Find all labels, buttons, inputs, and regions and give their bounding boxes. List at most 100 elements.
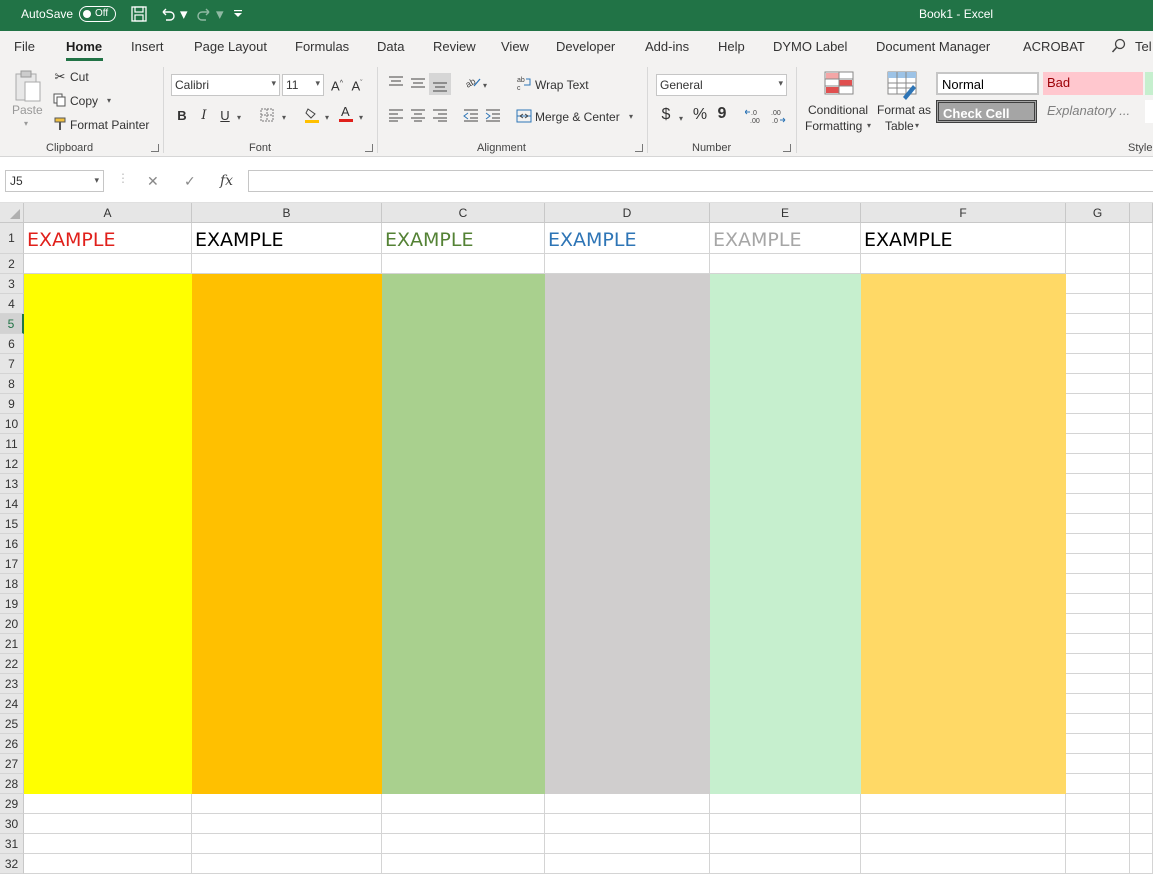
paste-dropdown-icon[interactable]: ▾: [24, 119, 28, 128]
orientation-icon[interactable]: ab: [464, 74, 481, 94]
cell-c29[interactable]: [382, 794, 545, 814]
cell-h13[interactable]: [1130, 474, 1153, 494]
cell-g6[interactable]: [1066, 334, 1130, 354]
cell-d30[interactable]: [545, 814, 710, 834]
customize-qat-icon[interactable]: [233, 4, 243, 22]
row-header-24[interactable]: 24: [0, 694, 24, 714]
cell-h30[interactable]: [1130, 814, 1153, 834]
cell-b32[interactable]: [192, 854, 382, 874]
cell-g11[interactable]: [1066, 434, 1130, 454]
cell-e29[interactable]: [710, 794, 861, 814]
cell-h2[interactable]: [1130, 254, 1153, 274]
font-size-select[interactable]: 11 ▾: [282, 74, 324, 96]
fill-column-d[interactable]: [545, 274, 710, 794]
column-header-e[interactable]: E: [710, 203, 861, 223]
cell-h15[interactable]: [1130, 514, 1153, 534]
row-header-15[interactable]: 15: [0, 514, 24, 534]
format-as-table-icon[interactable]: [887, 71, 919, 103]
bottom-align-icon[interactable]: [429, 73, 451, 95]
column-header-f[interactable]: F: [861, 203, 1066, 223]
style-check-cell[interactable]: Check Cell: [936, 100, 1037, 123]
cell-g10[interactable]: [1066, 414, 1130, 434]
row-header-17[interactable]: 17: [0, 554, 24, 574]
insert-function-icon[interactable]: fx: [220, 173, 233, 189]
cell-a31[interactable]: [24, 834, 192, 854]
fill-color-dropdown-icon[interactable]: ▾: [325, 110, 329, 126]
cancel-icon[interactable]: ✕: [147, 173, 159, 190]
cell-h27[interactable]: [1130, 754, 1153, 774]
row-header-25[interactable]: 25: [0, 714, 24, 734]
tab-tell-me[interactable]: Tel: [1135, 39, 1152, 54]
currency-button[interactable]: $: [660, 107, 672, 123]
row-header-18[interactable]: 18: [0, 574, 24, 594]
cell-d1-text[interactable]: EXAMPLE: [545, 223, 710, 254]
name-box[interactable]: J5 ▾: [5, 170, 104, 192]
column-header-a[interactable]: A: [24, 203, 192, 223]
cell-c2[interactable]: [382, 254, 545, 274]
row-header-9[interactable]: 9: [0, 394, 24, 414]
cell-g32[interactable]: [1066, 854, 1130, 874]
cell-f1-text[interactable]: EXAMPLE: [861, 223, 1066, 254]
formula-bar-handle-icon[interactable]: ⋮: [117, 171, 129, 185]
column-header-g[interactable]: G: [1066, 203, 1130, 223]
cell-h31[interactable]: [1130, 834, 1153, 854]
cell-h7[interactable]: [1130, 354, 1153, 374]
style-normal[interactable]: Normal: [936, 72, 1039, 95]
alignment-launcher-icon[interactable]: [635, 144, 643, 152]
tab-home[interactable]: Home: [66, 39, 102, 54]
cell-c32[interactable]: [382, 854, 545, 874]
cell-g20[interactable]: [1066, 614, 1130, 634]
cell-h14[interactable]: [1130, 494, 1153, 514]
row-header-23[interactable]: 23: [0, 674, 24, 694]
row-header-19[interactable]: 19: [0, 594, 24, 614]
number-format-select[interactable]: General ▾: [656, 74, 787, 96]
underline-button[interactable]: U: [219, 108, 231, 124]
cell-f32[interactable]: [861, 854, 1066, 874]
row-header-10[interactable]: 10: [0, 414, 24, 434]
cell-g23[interactable]: [1066, 674, 1130, 694]
number-launcher-icon[interactable]: [783, 144, 791, 152]
cell-g31[interactable]: [1066, 834, 1130, 854]
cell-e31[interactable]: [710, 834, 861, 854]
cell-g1[interactable]: [1066, 223, 1130, 254]
cell-g29[interactable]: [1066, 794, 1130, 814]
row-header-16[interactable]: 16: [0, 534, 24, 554]
cell-g28[interactable]: [1066, 774, 1130, 794]
redo-dropdown-icon[interactable]: ▾: [216, 6, 224, 24]
format-as-table-dropdown-icon[interactable]: ▾: [915, 121, 919, 130]
paste-label[interactable]: Paste: [12, 103, 43, 117]
column-header-b[interactable]: B: [192, 203, 382, 223]
search-icon[interactable]: [1111, 38, 1127, 57]
cell-g27[interactable]: [1066, 754, 1130, 774]
fill-column-c[interactable]: [382, 274, 545, 794]
column-header-d[interactable]: D: [545, 203, 710, 223]
font-color-dropdown-icon[interactable]: ▾: [359, 110, 363, 126]
merge-dropdown-icon[interactable]: ▾: [629, 112, 633, 121]
cell-b2[interactable]: [192, 254, 382, 274]
row-header-1[interactable]: 1: [0, 223, 24, 254]
cell-g5[interactable]: [1066, 314, 1130, 334]
undo-dropdown-icon[interactable]: ▾: [180, 6, 188, 24]
cell-a29[interactable]: [24, 794, 192, 814]
increase-font-size-icon[interactable]: A^: [330, 76, 344, 94]
enter-icon[interactable]: ✓: [184, 173, 196, 190]
cell-b29[interactable]: [192, 794, 382, 814]
tab-insert[interactable]: Insert: [131, 39, 164, 54]
decrease-font-size-icon[interactable]: Aˇ: [350, 76, 364, 94]
style-good-partial[interactable]: [1145, 72, 1153, 95]
align-right-icon[interactable]: [432, 108, 448, 126]
copy-dropdown-icon[interactable]: ▾: [107, 96, 111, 105]
row-header-11[interactable]: 11: [0, 434, 24, 454]
formula-input[interactable]: [248, 170, 1153, 192]
cell-b1-text[interactable]: EXAMPLE: [192, 223, 382, 254]
style-bad[interactable]: Bad: [1043, 72, 1143, 95]
row-header-31[interactable]: 31: [0, 834, 24, 854]
cell-h8[interactable]: [1130, 374, 1153, 394]
cell-f2[interactable]: [861, 254, 1066, 274]
cell-a32[interactable]: [24, 854, 192, 874]
decrease-indent-icon[interactable]: [463, 108, 479, 126]
cell-a30[interactable]: [24, 814, 192, 834]
redo-icon[interactable]: [195, 5, 213, 23]
format-as-table-label-1[interactable]: Format as: [877, 103, 931, 117]
cell-g18[interactable]: [1066, 574, 1130, 594]
